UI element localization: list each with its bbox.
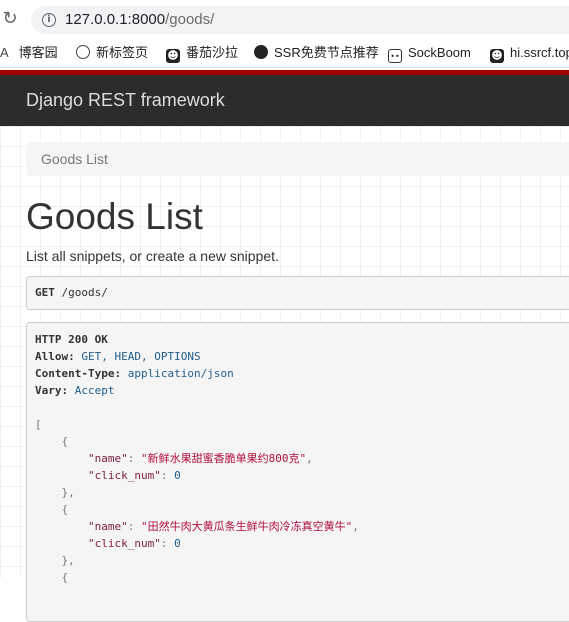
breadcrumb-item[interactable]: Goods List [41, 151, 108, 167]
json-number-value: 0 [174, 469, 181, 482]
bookmark-newtab[interactable]: 新标签页 [76, 44, 148, 62]
request-line: GET /goods/ [35, 286, 108, 299]
header-value: Accept [74, 384, 115, 397]
response-info: HTTP 200 OK Allow: GET, HEAD, OPTIONS Co… [26, 322, 569, 622]
globe-icon [254, 45, 268, 59]
bookmark-blog[interactable]: A 博客园 [0, 44, 58, 62]
info-icon[interactable]: i [42, 13, 56, 27]
request-method: GET [35, 286, 55, 299]
blog-icon: A [0, 45, 9, 60]
header-value: application/json [127, 367, 234, 380]
json-string-value: 田然牛肉大黄瓜条生鲜牛肉冷冻真空黄牛 [147, 520, 346, 533]
bookmark-label: SSR免费节点推荐 [274, 45, 379, 60]
json-key: "click_num" [87, 469, 161, 482]
header-name: Content-Type [35, 367, 115, 380]
page-title: Goods List [26, 196, 203, 237]
breadcrumb: Goods List [26, 142, 569, 176]
page-body: Goods List Goods List List all snippets,… [0, 126, 569, 622]
globe-icon [76, 45, 90, 59]
face-icon: •• [388, 49, 402, 63]
response-status: HTTP 200 OK [35, 333, 108, 346]
bookmark-tomato[interactable]: ☻ 番茄沙拉 [166, 44, 239, 63]
url-field[interactable]: i 127.0.0.1:8000/goods/ [31, 6, 569, 34]
response-content: HTTP 200 OK Allow: GET, HEAD, OPTIONS Co… [35, 333, 359, 584]
brand-link[interactable]: Django REST framework [26, 90, 225, 111]
json-string-value: 新鲜水果甜蜜香脆单果约800克 [147, 452, 300, 465]
bookmark-ssr[interactable]: SSR免费节点推荐 [254, 44, 379, 62]
json-number-value: 0 [174, 537, 181, 550]
json-key: "click_num" [87, 537, 161, 550]
navbar: Django REST framework [0, 75, 569, 126]
bookmarks-bar: A 博客园 新标签页 ☻ 番茄沙拉 SSR免费节点推荐 •• SockBoom ☻ hi… [0, 38, 569, 68]
json-key: "name" [87, 520, 128, 533]
address-bar: ↻ i 127.0.0.1:8000/goods/ [0, 0, 569, 38]
header-value: GET, HEAD, OPTIONS [81, 350, 201, 363]
request-info: GET /goods/ [26, 276, 569, 310]
request-path: /goods/ [61, 286, 108, 299]
bookmark-label: 博客园 [18, 45, 58, 60]
bookmark-sockboom[interactable]: •• SockBoom [388, 44, 471, 63]
bookmark-label: 番茄沙拉 [186, 45, 239, 60]
bookmark-ssrcf[interactable]: ☻ hi.ssrcf.top [490, 44, 569, 63]
reload-icon[interactable]: ↻ [0, 9, 20, 29]
url-path: /goods/ [165, 11, 215, 28]
header-name: Allow [35, 350, 69, 363]
bookmark-label: SockBoom [408, 45, 471, 60]
bookmark-label: 新标签页 [96, 45, 149, 60]
bookmark-label: hi.ssrcf.top [510, 45, 569, 60]
url-text[interactable]: 127.0.0.1:8000/goods/ [65, 11, 214, 28]
page-description: List all snippets, or create a new snipp… [26, 248, 279, 264]
header-name: Vary [35, 384, 62, 397]
json-key: "name" [87, 452, 128, 465]
ghost-icon: ☻ [166, 49, 180, 63]
url-host: 127.0.0.1:8000 [65, 11, 166, 28]
ghost-icon: ☻ [490, 49, 504, 63]
